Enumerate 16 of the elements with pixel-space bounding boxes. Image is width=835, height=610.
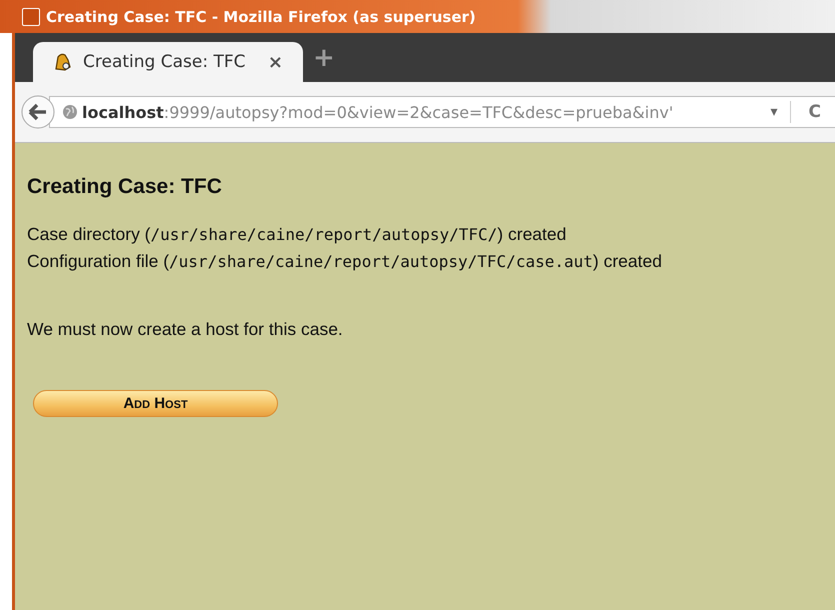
new-tab-button[interactable]: + [313, 42, 335, 72]
window-title: Creating Case: TFC - Mozilla Firefox (as superuser) [46, 8, 476, 26]
browser-tab[interactable]: Creating Case: TFC × [33, 42, 303, 82]
url-text: localhost:9999/autopsy?mod=0&view=2&case=TFC&desc=prueba&inv' [82, 102, 674, 122]
address-bar[interactable]: localhost:9999/autopsy?mod=0&view=2&case=TFC&desc=prueba&inv' ▾ C [49, 96, 835, 128]
close-tab-button[interactable]: × [268, 52, 283, 72]
status-line: Configuration file (/usr/share/caine/report/autopsy/TFC/case.aut) created [27, 250, 663, 273]
page-heading: Creating Case: TFC [27, 175, 223, 199]
status-line: Case directory (/usr/share/caine/report/autopsy/TFC/) created [27, 223, 568, 246]
globe-icon [62, 104, 78, 120]
add-host-button[interactable]: Add Host [33, 390, 278, 417]
reload-button[interactable]: C [794, 102, 835, 122]
window-menu-icon[interactable] [22, 8, 40, 26]
dropdown-button[interactable]: ▾ [762, 104, 786, 120]
back-button[interactable] [21, 95, 55, 129]
message-text: We must now create a host for this case. [27, 319, 344, 340]
